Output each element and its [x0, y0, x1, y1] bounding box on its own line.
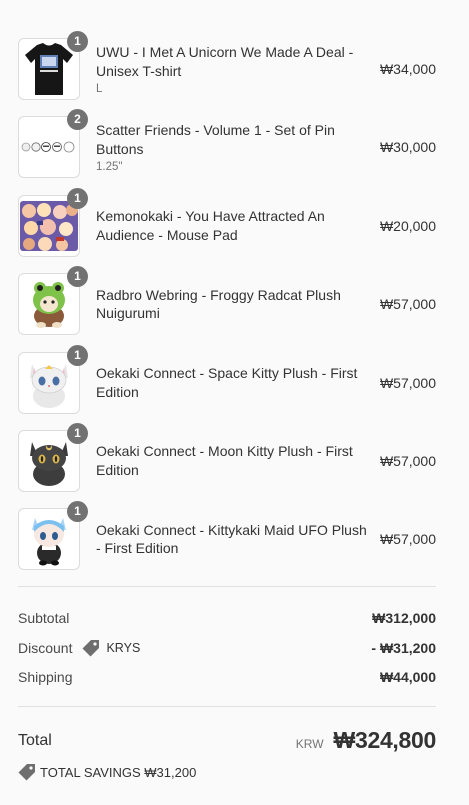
discount-label-group: Discount KRYS	[18, 639, 140, 657]
cost-summary: Subtotal ₩312,000 Discount KRYS - ₩31,20…	[18, 587, 436, 707]
product-thumbnail: 2	[18, 109, 88, 179]
space-kitty-plush-image	[30, 363, 68, 408]
list-item: 1 Kemonokaki - You Have Attracted An Aud…	[18, 187, 436, 258]
item-info: Oekaki Connect - Space Kitty Plush - Fir…	[96, 364, 380, 401]
item-variant: L	[96, 83, 103, 95]
divider	[18, 706, 436, 708]
item-info: Radbro Webring - Froggy Radcat Plush Nui…	[96, 286, 380, 323]
item-price: ₩57,000	[379, 296, 436, 313]
list-item: 1 Oekaki Connect - Kittykaki Maid UFO Pl…	[18, 501, 436, 571]
quantity-badge: 1	[67, 266, 88, 288]
list-item: 1 Oekaki Connect - Space Kitty Plush - F…	[18, 344, 436, 415]
total-label: Total	[18, 731, 52, 749]
item-name: UWU - I Met A Unicorn We Made A Deal - U…	[96, 44, 354, 79]
item-name: Oekaki Connect - Kittykaki Maid UFO Plus…	[96, 521, 367, 557]
item-variant: 1.25"	[96, 161, 123, 174]
discount-label: Discount	[18, 639, 73, 656]
tag-icon	[18, 764, 35, 781]
list-item: 1 UWU - I Met A Unicorn We Made A Deal -…	[18, 31, 436, 101]
quantity-badge: 1	[67, 31, 88, 52]
item-price: ₩57,000	[379, 531, 436, 548]
discount-row: Discount KRYS - ₩31,200	[18, 633, 436, 663]
shipping-row: Shipping ₩44,000	[18, 663, 436, 693]
mouse-pad-image	[20, 200, 78, 251]
pin-buttons-image	[21, 141, 75, 153]
shipping-label: Shipping	[18, 669, 73, 686]
item-name: Radbro Webring - Froggy Radcat Plush Nui…	[96, 286, 341, 322]
item-name: Scatter Friends - Volume 1 - Set of Pin …	[96, 122, 335, 157]
item-price: ₩30,000	[379, 139, 436, 156]
list-item: 2 Scatter Friends - Volume 1 - Set of Pi…	[18, 109, 436, 179]
tag-icon	[82, 639, 100, 657]
quantity-badge: 1	[67, 501, 88, 523]
item-info: Oekaki Connect - Kittykaki Maid UFO Plus…	[96, 521, 380, 558]
item-name: Kemonokaki - You Have Attracted An Audie…	[96, 208, 325, 243]
currency-code: KRW	[295, 737, 324, 752]
total-amount: ₩324,800	[333, 727, 437, 754]
item-info: Kemonokaki - You Have Attracted An Audie…	[96, 207, 380, 244]
list-item: 1 Radbro Webring - Froggy Radcat Plush N…	[18, 266, 436, 336]
product-thumbnail: 1	[18, 266, 88, 336]
item-name: Oekaki Connect - Moon Kitty Plush - Firs…	[96, 443, 353, 478]
item-price: ₩57,000	[379, 452, 436, 469]
discount-value: - ₩31,200	[371, 639, 436, 656]
item-info: Oekaki Connect - Moon Kitty Plush - Firs…	[96, 442, 380, 479]
tshirt-image	[25, 43, 73, 95]
total-savings-text: TOTAL SAVINGS ₩31,200	[40, 764, 197, 780]
list-item: 1 Oekaki Connect - Moon Kitty Plush - Fi…	[18, 422, 436, 493]
line-items: 1 UWU - I Met A Unicorn We Made A Deal -…	[18, 0, 436, 571]
product-thumbnail: 1	[18, 422, 88, 492]
product-thumbnail: 1	[18, 501, 88, 571]
order-summary: 1 UWU - I Met A Unicorn We Made A Deal -…	[0, 0, 469, 781]
subtotal-label: Subtotal	[18, 610, 70, 627]
product-thumbnail: 1	[18, 187, 88, 257]
quantity-badge: 1	[67, 422, 88, 444]
total-savings: TOTAL SAVINGS ₩31,200	[18, 763, 436, 781]
item-info: UWU - I Met A Unicorn We Made A Deal - U…	[96, 43, 380, 95]
subtotal-value: ₩312,000	[372, 610, 436, 627]
product-thumbnail: 1	[18, 344, 88, 414]
item-price: ₩34,000	[379, 61, 436, 77]
product-thumbnail: 1	[18, 31, 88, 100]
shipping-value: ₩44,000	[379, 669, 436, 686]
total-amount-group: KRW ₩324,800	[295, 727, 437, 754]
discount-code: KRYS	[82, 639, 140, 657]
item-price: ₩57,000	[379, 374, 436, 391]
total-row: Total KRW ₩324,800	[18, 727, 436, 754]
quantity-badge: 1	[67, 187, 88, 209]
item-info: Scatter Friends - Volume 1 - Set of Pin …	[96, 121, 380, 173]
quantity-badge: 1	[67, 344, 88, 366]
froggy-plush-image	[33, 282, 65, 329]
maid-ufo-plush-image	[32, 518, 66, 566]
subtotal-row: Subtotal ₩312,000	[18, 604, 436, 634]
quantity-badge: 2	[67, 109, 88, 131]
moon-kitty-plush-image	[30, 441, 68, 486]
item-price: ₩20,000	[379, 217, 436, 234]
item-name: Oekaki Connect - Space Kitty Plush - Fir…	[96, 365, 358, 400]
discount-code-text: KRYS	[106, 640, 141, 655]
